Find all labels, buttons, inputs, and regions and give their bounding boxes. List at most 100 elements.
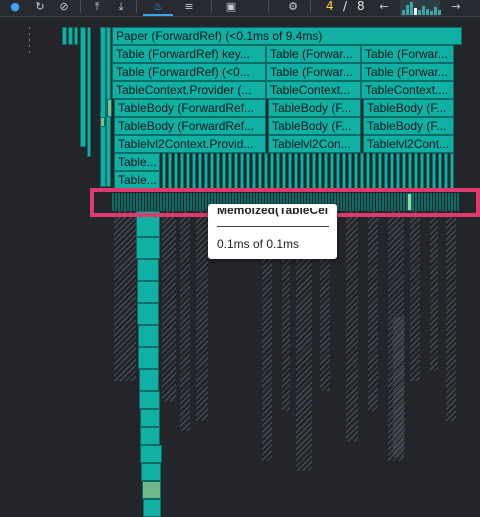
timeline-icon[interactable]: ▣ (224, 0, 238, 14)
previous-commit-icon[interactable]: ← (377, 0, 391, 14)
flame-node[interactable]: TableContext.... (361, 81, 454, 99)
flame-node[interactable]: Tablelvl2Con... (268, 135, 361, 153)
flame-node[interactable]: TableContext.Provider (... (112, 81, 266, 99)
flame-node-sliver[interactable] (246, 153, 250, 189)
flame-node-sliver[interactable] (324, 153, 328, 189)
flame-node[interactable]: TableContext... (266, 81, 361, 99)
commit-bar[interactable] (402, 10, 405, 15)
flame-node[interactable]: Table (Forwar... (266, 45, 361, 63)
flame-node[interactable]: TableBody (F... (363, 99, 454, 117)
flame-node-sliver[interactable] (270, 153, 274, 189)
flame-node-sliver[interactable] (87, 27, 91, 157)
commit-bar[interactable] (418, 10, 421, 15)
flame-node-sliver[interactable] (138, 347, 159, 369)
flame-node-sliver[interactable] (300, 153, 304, 189)
flame-node-sliver[interactable] (80, 27, 86, 147)
commit-bar[interactable] (414, 8, 417, 15)
flame-node-sliver[interactable] (162, 153, 166, 189)
flame-node-sliver[interactable] (360, 153, 364, 189)
commit-bar[interactable] (422, 6, 425, 15)
flame-node-sliver[interactable] (137, 281, 159, 303)
flame-node-sliver[interactable] (174, 153, 178, 189)
flame-node-sliver[interactable] (444, 153, 448, 189)
flame-node-sliver[interactable] (180, 153, 184, 189)
flame-node-sliver[interactable] (438, 153, 442, 189)
commit-bar[interactable] (438, 10, 441, 15)
flame-node-sliver[interactable] (74, 27, 78, 45)
flame-node[interactable]: Table... (114, 153, 160, 171)
flame-node[interactable]: Tablelvl2Cont... (363, 135, 454, 153)
flame-node-sliver[interactable] (330, 153, 334, 189)
ranked-icon[interactable]: ≡ (182, 0, 196, 14)
flame-node-sliver[interactable] (198, 153, 202, 189)
flame-node-sliver[interactable] (140, 445, 162, 463)
flame-node[interactable]: TableBody (ForwardRef... (114, 99, 266, 117)
commit-bar[interactable] (406, 5, 409, 15)
flame-node-sliver[interactable] (168, 153, 172, 189)
flame-node-sliver[interactable] (282, 153, 286, 189)
flame-node-sliver[interactable] (62, 27, 67, 45)
flame-node-sliver[interactable] (141, 463, 161, 481)
reload-profile-icon[interactable]: ↻ (33, 0, 47, 14)
flame-node-sliver[interactable] (408, 153, 412, 189)
flame-node-sliver[interactable] (140, 427, 160, 445)
download-icon[interactable]: ⤓ (114, 0, 128, 14)
flame-node[interactable]: TableBody (F... (268, 99, 361, 117)
flame-node[interactable]: Table (ForwardRef) (<0... (112, 63, 266, 81)
flame-node-sliver[interactable] (402, 153, 406, 189)
flame-node-sliver[interactable] (348, 153, 352, 189)
flame-node-sliver[interactable] (306, 153, 310, 189)
flame-node-sliver[interactable] (139, 391, 160, 409)
flame-node-sliver[interactable] (136, 237, 160, 259)
flame-node-sliver[interactable] (336, 153, 340, 189)
flame-node-sliver[interactable] (354, 153, 358, 189)
flame-node[interactable]: TableBody (ForwardRef... (114, 117, 266, 135)
flame-node-sliver[interactable] (143, 499, 161, 517)
flame-node-sliver[interactable] (294, 153, 298, 189)
flamegraph-icon[interactable]: ♨ (151, 0, 165, 14)
flame-node-sliver[interactable] (138, 325, 159, 347)
flame-node-sliver[interactable] (228, 153, 232, 189)
flame-node-sliver[interactable] (68, 27, 73, 45)
flame-node-sliver[interactable] (140, 409, 160, 427)
flame-node-sliver[interactable] (420, 153, 424, 189)
flame-node-sliver[interactable] (137, 259, 159, 281)
upload-icon[interactable]: ⤒ (90, 0, 104, 14)
flame-node-sliver[interactable] (258, 153, 262, 189)
flame-node-sliver[interactable] (288, 153, 292, 189)
flame-node[interactable]: Table (ForwardRef) key... (112, 45, 266, 63)
record-dot-icon[interactable]: ● (9, 0, 21, 14)
flame-node-sliver[interactable] (396, 153, 400, 189)
flame-node-sliver[interactable] (234, 153, 238, 189)
flame-node-sliver[interactable] (192, 153, 196, 189)
flame-node[interactable]: Table... (114, 171, 160, 189)
flame-node-sliver[interactable] (276, 153, 280, 189)
flame-node-sliver[interactable] (240, 153, 244, 189)
flame-node[interactable]: Tablelvl2Context.Provid... (114, 135, 266, 153)
flame-node-sliver[interactable] (342, 153, 346, 189)
commit-bar[interactable] (434, 7, 437, 15)
flame-node-sliver[interactable] (139, 369, 159, 391)
flame-node-sliver[interactable] (432, 153, 436, 189)
commit-selector[interactable] (400, 0, 441, 16)
flame-node-sliver[interactable] (312, 153, 316, 189)
flame-node-sliver[interactable] (186, 153, 190, 189)
flame-node-sliver[interactable] (216, 153, 220, 189)
settings-icon[interactable]: ⚙ (286, 0, 300, 14)
flame-node[interactable]: Table (Forwar... (266, 63, 361, 81)
flame-node-sliver[interactable] (366, 153, 370, 189)
flame-node-sliver[interactable] (210, 153, 214, 189)
flame-node-sliver[interactable] (318, 153, 322, 189)
flame-node[interactable]: Table (Forwar... (361, 63, 454, 81)
flame-node-sliver[interactable] (450, 153, 454, 189)
clear-profile-icon[interactable]: ⊘ (57, 0, 71, 14)
flame-node-sliver[interactable] (107, 99, 112, 117)
flame-node[interactable]: TableBody (F... (363, 117, 454, 135)
commit-bar[interactable] (410, 2, 413, 15)
flame-node-sliver[interactable] (384, 153, 388, 189)
flame-node-sliver[interactable] (378, 153, 382, 189)
flame-node-sliver[interactable] (252, 153, 256, 189)
flame-node-sliver[interactable] (414, 153, 418, 189)
flame-node-sliver[interactable] (426, 153, 430, 189)
flame-node-paper[interactable]: Paper (ForwardRef) (<0.1ms of 9.4ms) (112, 27, 462, 45)
